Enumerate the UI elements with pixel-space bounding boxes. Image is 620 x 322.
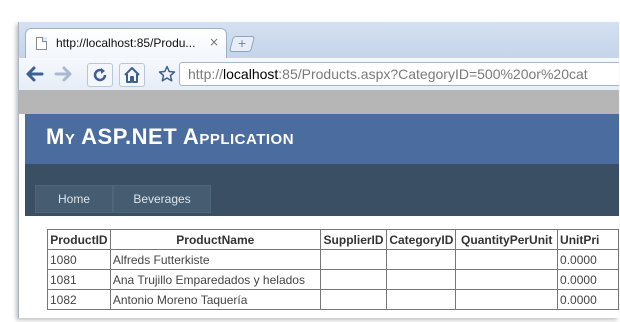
tab-close-icon[interactable]: ×: [209, 35, 219, 49]
address-bar-url: http://localhost:85/Products.aspx?Catego…: [188, 66, 588, 82]
url-path: :85/Products.aspx?CategoryID=500%20or%20…: [278, 66, 588, 82]
cell-productname: Alfreds Futterkiste: [109, 249, 321, 270]
cell-productname: Ana Trujillo Emparedados y helados: [109, 269, 321, 290]
cell-categoryid: [386, 289, 457, 310]
cell-supplierid: [319, 269, 388, 290]
site-header: My ASP.NET Application: [25, 114, 619, 164]
table-row: 1080 Alfreds Futterkiste 0.0000: [47, 249, 619, 270]
tab-title: http://localhost:85/Produ...: [56, 36, 196, 50]
column-header-unitprice: UnitPri: [557, 229, 619, 250]
cell-productid: 1080: [47, 249, 111, 270]
cell-quantityperunit: [455, 249, 559, 270]
products-grid: ProductID ProductName SupplierID Categor…: [47, 229, 619, 310]
browser-toolbar: http://localhost:85/Products.aspx?Catego…: [19, 58, 619, 91]
browser-tab[interactable]: http://localhost:85/Produ... ×: [25, 28, 227, 59]
table-row: 1081 Ana Trujillo Emparedados y helados …: [47, 269, 619, 290]
url-host: localhost: [223, 66, 279, 82]
cell-unitprice: 0.0000: [557, 269, 619, 290]
site-menu: Home Beverages: [25, 164, 619, 216]
url-scheme: http://: [188, 66, 224, 82]
page-favicon-icon: [36, 37, 47, 50]
reload-icon: [93, 68, 107, 82]
address-bar[interactable]: http://localhost:85/Products.aspx?Catego…: [179, 62, 619, 86]
cell-categoryid: [386, 269, 457, 290]
cell-productid: 1081: [47, 269, 111, 290]
home-button[interactable]: [119, 63, 145, 87]
column-header-productname: ProductName: [109, 229, 321, 250]
cell-unitprice: 0.0000: [557, 289, 619, 310]
forward-button[interactable]: [51, 63, 75, 85]
table-row: 1082 Antonio Moreno Taquería 0.0000: [47, 289, 619, 310]
cell-supplierid: [319, 249, 388, 270]
new-tab-button[interactable]: +: [228, 36, 256, 52]
menu-item-home[interactable]: Home: [35, 185, 113, 213]
column-header-productid: ProductID: [47, 229, 111, 250]
back-arrow-icon: [26, 66, 44, 82]
column-header-supplierid: SupplierID: [319, 229, 388, 250]
home-icon: [124, 67, 140, 83]
column-header-categoryid: CategoryID: [386, 229, 457, 250]
back-button[interactable]: [23, 63, 47, 85]
cell-productid: 1082: [47, 289, 111, 310]
plus-icon: +: [237, 37, 247, 50]
star-icon: [158, 65, 176, 82]
cell-quantityperunit: [455, 269, 559, 290]
site-title: My ASP.NET Application: [46, 124, 295, 149]
page-background: [19, 90, 619, 114]
cell-productname: Antonio Moreno Taquería: [109, 289, 321, 310]
page-content: My ASP.NET Application Home Beverages Pr…: [19, 114, 619, 318]
column-header-quantityperunit: QuantityPerUnit: [455, 229, 559, 250]
menu-item-beverages[interactable]: Beverages: [113, 185, 211, 213]
cell-quantityperunit: [455, 289, 559, 310]
cell-categoryid: [386, 249, 457, 270]
bookmark-button[interactable]: [155, 63, 179, 85]
cell-unitprice: 0.0000: [557, 249, 619, 270]
browser-window: http://localhost:85/Produ... × + http://…: [18, 22, 619, 318]
cell-supplierid: [319, 289, 388, 310]
reload-button[interactable]: [87, 63, 113, 87]
grid-header-row: ProductID ProductName SupplierID Categor…: [47, 229, 619, 250]
forward-arrow-icon: [54, 66, 72, 82]
tab-strip: http://localhost:85/Produ... × +: [19, 22, 619, 59]
